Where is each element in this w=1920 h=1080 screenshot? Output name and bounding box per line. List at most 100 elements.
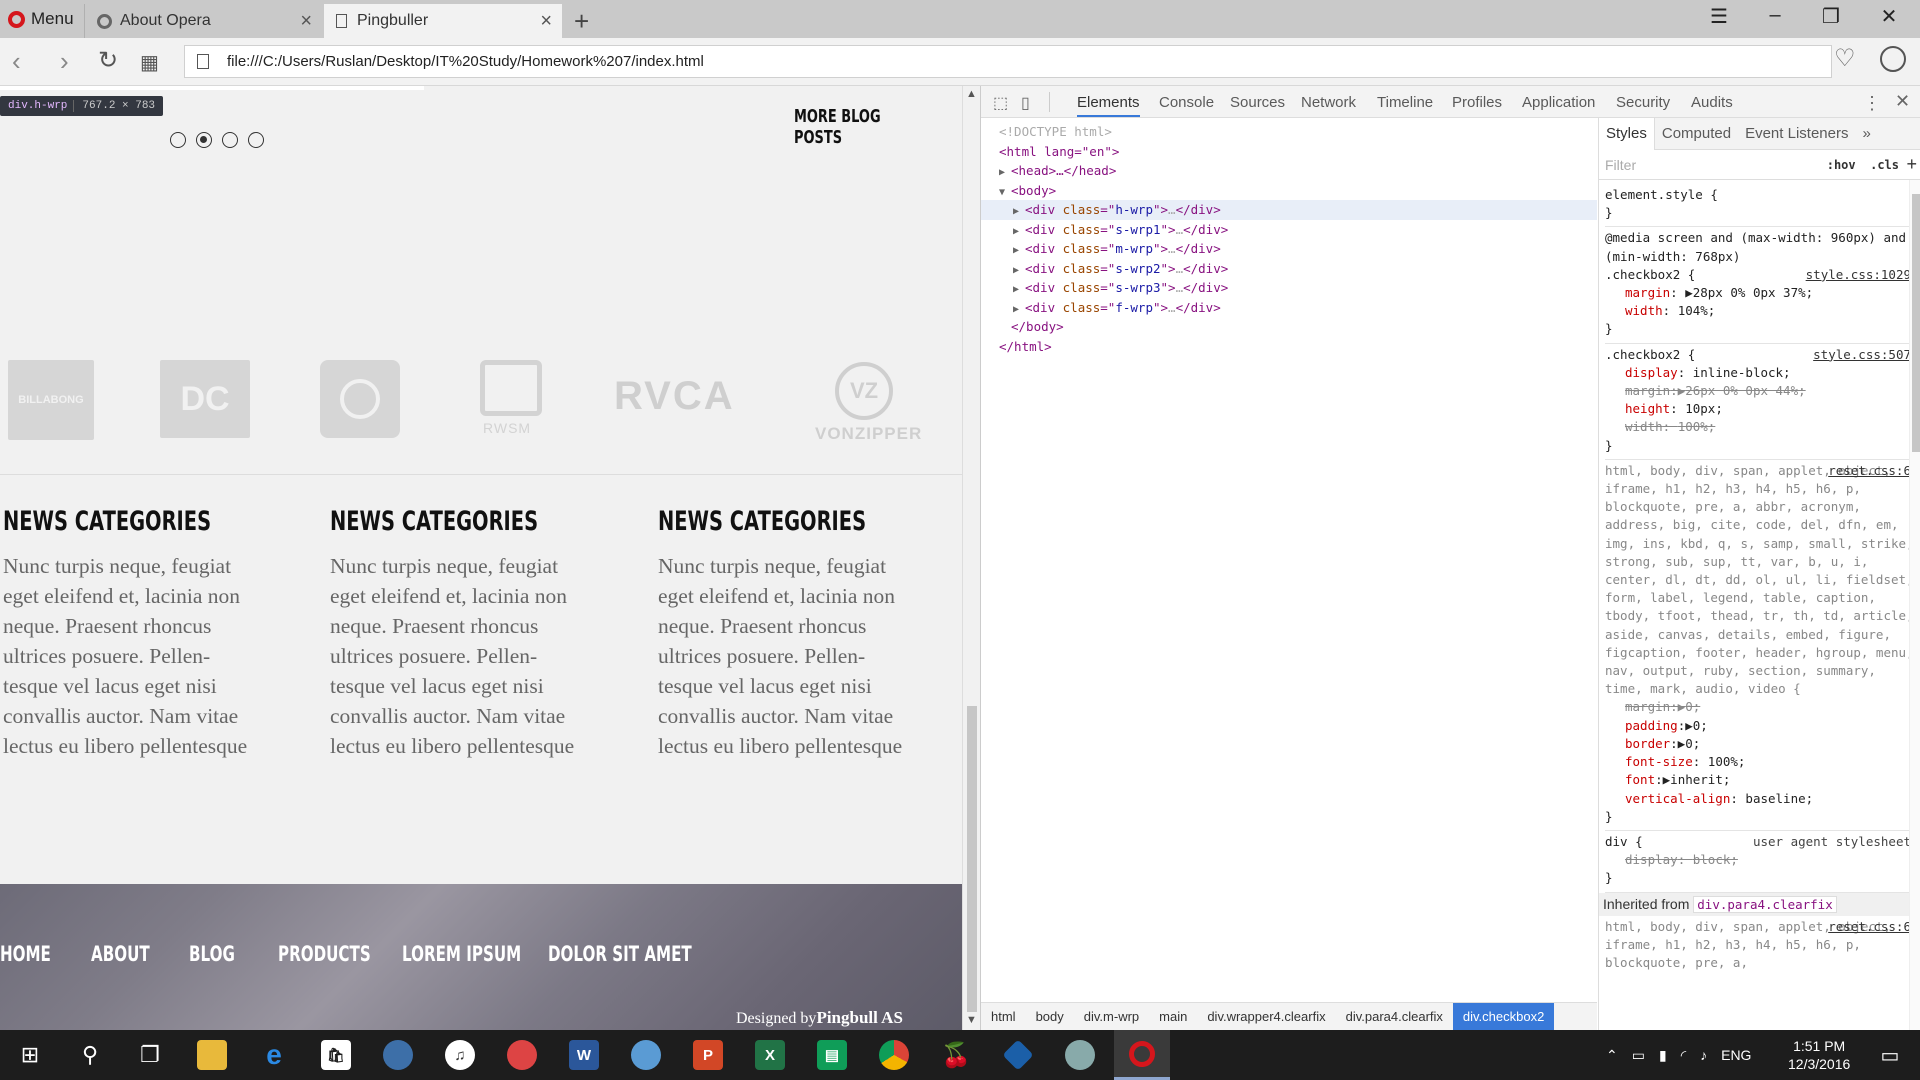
app-icon[interactable]	[494, 1030, 550, 1080]
clock[interactable]: 1:51 PM 12/3/2016	[1788, 1037, 1850, 1073]
tab-menu-icon[interactable]: ☰	[1696, 4, 1742, 29]
notifications-icon[interactable]: ▭	[1862, 1030, 1918, 1080]
tab-application[interactable]: Application	[1522, 94, 1595, 111]
file-explorer-icon[interactable]	[184, 1030, 240, 1080]
expand-arrow-icon[interactable]: ▶	[1013, 202, 1025, 222]
slider-dot[interactable]	[222, 132, 238, 148]
dom-node-html[interactable]: <html lang="en">	[981, 142, 1597, 162]
rule-reset[interactable]: reset.css:6 html, body, div, span, apple…	[1605, 460, 1917, 831]
breadcrumb-item[interactable]: html	[981, 1003, 1026, 1031]
virtualbox-icon[interactable]	[990, 1030, 1046, 1080]
footer-link-dolor-sit-amet[interactable]: DOLOR SIT AMET	[548, 942, 748, 966]
css-property-overridden[interactable]: margin:▶26px 0% 0px 44%;	[1605, 382, 1917, 400]
volume-icon[interactable]: ♪	[1700, 1047, 1707, 1063]
app-icon[interactable]: 🍒	[928, 1030, 984, 1080]
tab-security[interactable]: Security	[1616, 94, 1670, 111]
css-property[interactable]: height: 10px;	[1605, 400, 1917, 418]
rule-reset-inherited[interactable]: reset.css:6 html, body, div, span, apple…	[1605, 916, 1917, 977]
css-property[interactable]: padding:▶0;	[1605, 717, 1917, 735]
dom-node-div[interactable]: ▶ <div class="m-wrp">…</div>	[981, 239, 1597, 259]
powerpoint-icon[interactable]: P	[680, 1030, 736, 1080]
breadcrumb-item[interactable]: div.wrapper4.clearfix	[1197, 1003, 1335, 1031]
rule-checkbox2-media[interactable]: @media screen and (max-width: 960px) and…	[1605, 227, 1917, 344]
bookmark-heart-icon[interactable]: ♡	[1834, 44, 1856, 73]
profile-icon[interactable]	[1880, 46, 1906, 72]
breadcrumb-item[interactable]: body	[1026, 1003, 1074, 1031]
show-hidden-icons[interactable]: ⌃	[1606, 1047, 1618, 1064]
wifi-icon[interactable]: ◜	[1681, 1047, 1686, 1064]
footer-link-lorem-ipsum[interactable]: LOREM IPSUM	[402, 942, 568, 966]
keyboard-icon[interactable]: ▭	[1632, 1047, 1645, 1064]
url-field[interactable]: file:///C:/Users/Ruslan/Desktop/IT%20Stu…	[184, 45, 1832, 78]
forward-icon[interactable]: ›	[60, 46, 69, 77]
tab-elements[interactable]: Elements	[1077, 94, 1140, 117]
footer-link-home[interactable]: HOME	[0, 942, 71, 966]
scroll-up-icon[interactable]: ▲	[966, 88, 977, 100]
tab-sources[interactable]: Sources	[1230, 94, 1285, 111]
more-options-icon[interactable]: ⋮	[1863, 93, 1881, 114]
css-property-overridden[interactable]: display: block;	[1605, 851, 1917, 869]
css-property-overridden[interactable]: width: 100%;	[1605, 418, 1917, 436]
start-icon[interactable]: ⊞	[2, 1030, 58, 1080]
itunes-icon[interactable]: ♫	[432, 1030, 488, 1080]
new-tab-button[interactable]: +	[574, 6, 589, 37]
scrollbar-thumb[interactable]	[967, 706, 977, 1012]
rule-user-agent-div[interactable]: div {user agent stylesheet display: bloc…	[1605, 831, 1917, 893]
tab-computed[interactable]: Computed	[1655, 118, 1738, 150]
speed-dial-icon[interactable]: ▦	[140, 50, 159, 75]
tab-network[interactable]: Network	[1301, 94, 1356, 111]
breadcrumb-item-selected[interactable]: div.checkbox2	[1452, 1002, 1555, 1031]
footer-link-blog[interactable]: BLOG	[189, 942, 253, 966]
sheets-icon[interactable]: ▤	[804, 1030, 860, 1080]
more-tabs-icon[interactable]: »	[1855, 118, 1877, 150]
collapse-arrow-icon[interactable]: ▼	[999, 183, 1011, 203]
dom-node-body[interactable]: ▼ <body>	[981, 181, 1597, 201]
tab-timeline[interactable]: Timeline	[1377, 94, 1433, 111]
inherited-selector-link[interactable]: div.para4.clearfix	[1693, 895, 1837, 913]
css-property[interactable]: margin: ▶28px 0% 0px 37%;	[1605, 284, 1917, 302]
tab-styles[interactable]: Styles	[1599, 117, 1655, 150]
reload-icon[interactable]: ↻	[98, 46, 118, 75]
tab-pingbuller[interactable]: Pingbuller ×	[324, 4, 562, 38]
opera-menu-button[interactable]: Menu	[0, 0, 82, 38]
slider-dot[interactable]	[248, 132, 264, 148]
edge-icon[interactable]: e	[246, 1030, 302, 1080]
rule-source-link[interactable]: style.css:1029	[1806, 266, 1911, 284]
styles-filter-input[interactable]: Filter :hov .cls +	[1599, 150, 1920, 180]
dom-node-div[interactable]: ▶ <div class="s-wrp3">…</div>	[981, 278, 1597, 298]
app-icon[interactable]	[618, 1030, 674, 1080]
input-language[interactable]: ENG	[1721, 1047, 1751, 1063]
dom-node-html-close[interactable]: </html>	[981, 337, 1597, 357]
css-property[interactable]: width: 104%;	[1605, 302, 1917, 320]
dom-node-div[interactable]: ▶ <div class="f-wrp">…</div>	[981, 298, 1597, 318]
dom-node-div[interactable]: ▶ <div class="s-wrp1">…</div>	[981, 220, 1597, 240]
inspect-element-icon[interactable]: ⬚	[993, 93, 1008, 113]
css-property[interactable]: border:▶0;	[1605, 735, 1917, 753]
new-rule-icon[interactable]: +	[1906, 154, 1917, 175]
tab-event-listeners[interactable]: Event Listeners	[1738, 118, 1855, 150]
dom-node-doctype[interactable]: <!DOCTYPE html>	[981, 122, 1597, 142]
opera-taskbar-icon[interactable]	[1114, 1030, 1170, 1080]
rule-source-link[interactable]: reset.css:6	[1828, 462, 1911, 480]
device-mode-icon[interactable]: ▯	[1021, 93, 1030, 113]
css-property[interactable]: display: inline-block;	[1605, 364, 1917, 382]
battery-icon[interactable]: ▮	[1659, 1047, 1667, 1064]
breadcrumb-item[interactable]: div.para4.clearfix	[1336, 1003, 1453, 1031]
dom-node-head[interactable]: ▶ <head>…</head>	[981, 161, 1597, 181]
scroll-down-icon[interactable]: ▼	[966, 1014, 977, 1026]
expand-arrow-icon[interactable]: ▶	[1013, 280, 1025, 300]
slider-dot[interactable]	[170, 132, 186, 148]
breadcrumb-item[interactable]: main	[1149, 1003, 1197, 1031]
maximize-button[interactable]: ❐	[1808, 4, 1854, 29]
dom-node-body-close[interactable]: </body>	[981, 317, 1597, 337]
css-property[interactable]: font-size: 100%;	[1605, 753, 1917, 771]
back-icon[interactable]: ‹	[12, 46, 21, 77]
task-view-icon[interactable]: ❐	[122, 1030, 178, 1080]
close-devtools-icon[interactable]: ✕	[1895, 91, 1910, 112]
tab-profiles[interactable]: Profiles	[1452, 94, 1502, 111]
dom-node-div[interactable]: ▶ <div class="s-wrp2">…</div>	[981, 259, 1597, 279]
rule-source-link[interactable]: style.css:507	[1813, 346, 1911, 364]
css-property[interactable]: font:▶inherit;	[1605, 771, 1917, 789]
app-icon[interactable]	[1052, 1030, 1108, 1080]
store-icon[interactable]: 🛍	[308, 1030, 364, 1080]
